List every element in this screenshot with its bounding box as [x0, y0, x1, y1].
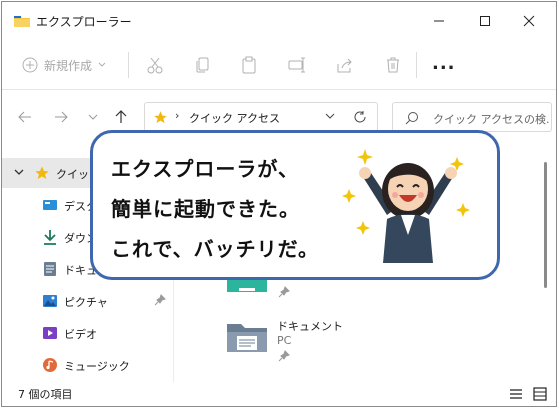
clipboard-icon [242, 56, 256, 74]
arrow-left-icon [18, 111, 31, 123]
sidebar-item-videos[interactable]: ビデオ [2, 318, 174, 348]
item-count: 7 個の項目 [18, 388, 73, 401]
chevron-down-icon[interactable] [325, 111, 335, 121]
share-button[interactable] [334, 54, 356, 76]
list-view-icon [510, 389, 522, 399]
address-bar[interactable]: › クイック アクセス [144, 102, 378, 132]
window-title: エクスプローラー [36, 15, 132, 29]
maximize-button[interactable] [472, 10, 498, 32]
search-placeholder: クイック アクセスの検... [433, 113, 549, 126]
trash-icon [387, 57, 399, 73]
cut-button[interactable] [144, 54, 166, 76]
tiles-view-icon [533, 387, 547, 401]
star-icon [154, 111, 167, 124]
desktop-icon [43, 200, 57, 210]
folder-location: PC [277, 334, 292, 347]
folder-icon [14, 16, 30, 27]
plus-circle-icon [22, 57, 38, 73]
scissors-icon [147, 57, 163, 74]
pin-icon [278, 286, 290, 298]
maximize-icon [480, 16, 490, 26]
callout-line: 簡単に起動できた。 [111, 197, 300, 221]
pin-icon [278, 350, 290, 362]
cheering-woman-illustration [342, 149, 470, 263]
folder-name[interactable]: ドキュメント [277, 318, 343, 334]
more-options-button[interactable]: ... [432, 54, 456, 74]
rename-button[interactable] [286, 54, 308, 76]
tiles-view-button[interactable] [532, 386, 548, 402]
back-button[interactable] [16, 108, 34, 126]
picture-icon [43, 295, 57, 307]
refresh-icon[interactable] [353, 110, 367, 124]
close-icon [523, 15, 535, 27]
arrow-right-icon [55, 111, 68, 123]
new-button-label: 新規作成 [44, 58, 93, 73]
video-icon [43, 327, 57, 339]
toolbar-divider [416, 52, 417, 78]
callout-line: これで、バッチリだ。 [111, 237, 319, 261]
share-icon [337, 58, 352, 73]
paste-button[interactable] [238, 54, 260, 76]
arrow-up-icon [115, 110, 127, 123]
status-bar: 7 個の項目 [2, 382, 556, 406]
chevron-down-icon [14, 169, 24, 175]
sidebar-item-label: ピクチャ [64, 296, 108, 309]
minimize-icon [434, 20, 444, 22]
forward-button[interactable] [52, 108, 70, 126]
up-button[interactable] [112, 108, 130, 126]
callout-line: エクスプローラが、 [111, 157, 299, 181]
pin-icon [154, 294, 166, 306]
chevron-down-icon [98, 62, 106, 67]
breadcrumb-separator: › [175, 109, 180, 122]
download-icon [44, 230, 56, 245]
close-button[interactable] [516, 10, 542, 32]
vertical-scrollbar[interactable] [544, 162, 547, 288]
sidebar-item-label: ミュージック [64, 360, 130, 373]
title-bar: エクスプローラー [2, 2, 556, 40]
delete-button[interactable] [382, 54, 404, 76]
recent-locations-button[interactable] [84, 108, 102, 126]
search-box[interactable]: クイック アクセスの検... [392, 102, 552, 132]
document-icon [44, 262, 56, 276]
copy-button[interactable] [192, 54, 214, 76]
sidebar-item-music[interactable]: ミュージック [2, 350, 174, 380]
star-icon [35, 166, 49, 179]
sidebar-item-pictures[interactable]: ピクチャ [2, 286, 174, 316]
sidebar-item-label: ビデオ [64, 328, 97, 341]
minimize-button[interactable] [426, 10, 452, 32]
copy-icon [196, 57, 209, 73]
new-button[interactable]: 新規作成 [22, 54, 106, 76]
rename-icon [288, 57, 305, 73]
breadcrumb[interactable]: クイック アクセス [189, 110, 280, 126]
search-icon [405, 112, 418, 125]
command-bar: 新規作成 ... [2, 40, 556, 90]
toolbar-divider [128, 52, 129, 78]
details-view-button[interactable] [508, 386, 524, 402]
documents-folder-icon[interactable] [225, 320, 269, 356]
speech-callout: エクスプローラが、 簡単に起動できた。 これで、バッチリだ。 [90, 130, 500, 280]
chevron-down-icon [88, 114, 98, 120]
music-icon [43, 358, 57, 372]
